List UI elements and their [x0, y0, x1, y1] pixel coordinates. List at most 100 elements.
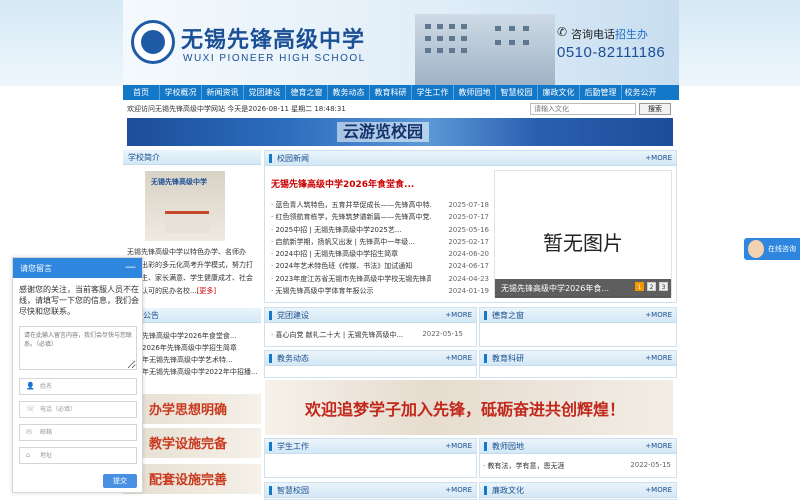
- nav-item-teacher[interactable]: 教师园地: [454, 85, 496, 100]
- promo-banner[interactable]: 教学设施完备: [123, 428, 261, 458]
- integrity-header: 廉政文化 +MORE: [480, 483, 676, 498]
- hotline-number: 0510-82111186: [557, 44, 666, 61]
- chat-submit-button[interactable]: 提交: [103, 474, 137, 488]
- news-row[interactable]: · 无锡先锋高级中学体育年报公示 2024-01-19: [271, 285, 489, 297]
- intro-photo[interactable]: 无锡先锋高级中学: [145, 171, 225, 241]
- news-more-link[interactable]: +MORE: [645, 154, 672, 163]
- moral-more-link[interactable]: +MORE: [645, 311, 672, 320]
- news-header: 校园新闻 +MORE: [265, 151, 676, 166]
- integrity-section: 廉政文化 +MORE: [479, 482, 677, 500]
- nav-item-home[interactable]: 首页: [123, 85, 160, 100]
- news-row[interactable]: · 启航新学期，扬帆又出发 | 先锋高中一年级... 2025-02-17: [271, 236, 489, 248]
- news-list: · 蓝色青人筑特色，五育并举促成长——先锋高中特... 2025-07-18 · …: [271, 199, 489, 297]
- name-field[interactable]: 👤 姓名: [19, 378, 137, 395]
- nav-item-moral[interactable]: 德育之窗: [286, 85, 328, 100]
- integrity-more-link[interactable]: +MORE: [645, 486, 672, 495]
- research-more-link[interactable]: +MORE: [645, 354, 672, 363]
- teaching-more-link[interactable]: +MORE: [445, 354, 472, 363]
- party-section: 党团建设 +MORE: [264, 307, 477, 347]
- email-icon: ✉: [26, 428, 32, 436]
- teacher-more-link[interactable]: +MORE: [645, 442, 672, 451]
- phone-field[interactable]: ☏ 电话（必填）: [19, 401, 137, 418]
- slider-page-1[interactable]: 1: [635, 282, 644, 291]
- promo-banner[interactable]: 办学思想明确: [123, 394, 261, 424]
- notice-section: 公告: [123, 308, 261, 326]
- banner-title: 云游览校园: [337, 122, 430, 142]
- search-button[interactable]: 搜索: [639, 103, 671, 115]
- party-title: 党团建设: [277, 311, 309, 320]
- news-row[interactable]: · 2023年度江苏省无锡市先锋高级中学校无锡先锋高级... 2024-04-23: [271, 273, 489, 285]
- nav-item-research[interactable]: 教育科研: [370, 85, 412, 100]
- teacher-item[interactable]: · 教有法，学有意，恩无涯 2022-05-15: [483, 461, 671, 471]
- school-logo-icon[interactable]: [131, 20, 175, 64]
- phone-icon: ☏: [26, 405, 35, 413]
- intro-header: 学校简介: [123, 150, 261, 165]
- slider-caption: 无锡先锋高级中学2026年食... 1 2 3: [495, 279, 671, 298]
- intro-text: 无锡先锋高级中学以特色办学、名师办校、出彩的多元化高考升学模式，努力打造学生、家…: [127, 248, 253, 295]
- smart-header: 智慧校园 +MORE: [265, 483, 476, 498]
- research-header: 教育科研 +MORE: [480, 351, 676, 366]
- no-image-label: 暂无图片: [543, 231, 623, 255]
- hotline-label: 咨询电话招生办: [571, 28, 648, 41]
- slogan-banner[interactable]: 欢迎追梦学子加入先锋，砥砺奋进共创辉煌！: [265, 380, 673, 435]
- site-header: 无锡先锋高级中学 WUXI PIONEER HIGH SCHOOL ✆ 咨询电话…: [123, 0, 679, 85]
- news-row[interactable]: · 2025中招 | 无锡先锋高级中学2025艺... 2025-05-16: [271, 224, 489, 236]
- news-image-slider[interactable]: 暂无图片 无锡先锋高级中学2026年食... 1 2 3: [494, 170, 672, 298]
- notice-header: 公告: [123, 308, 261, 323]
- building-photo: [415, 14, 555, 85]
- welcome-text: 欢迎访问无锡先锋高级中学网站 今天是2026-08-11 星期二 18:48:3…: [127, 105, 346, 113]
- intro-more-link[interactable]: [更多]: [197, 287, 216, 295]
- party-header: 党团建设 +MORE: [265, 308, 476, 323]
- teaching-title: 教务动态: [277, 354, 309, 363]
- news-row[interactable]: · 红色领航育栋学，先锋筑梦谱新篇——先锋高中党... 2025-07-17: [271, 211, 489, 223]
- nav-item-smart[interactable]: 智慧校园: [496, 85, 538, 100]
- news-row[interactable]: · 2024年艺术特色班《传媒、书法》加试通知 2024-06-17: [271, 260, 489, 272]
- research-title: 教育科研: [492, 354, 524, 363]
- promo-banner[interactable]: 配套设施完善: [123, 464, 261, 494]
- teaching-header: 教务动态 +MORE: [265, 351, 476, 366]
- party-more-link[interactable]: +MORE: [445, 311, 472, 320]
- nav-item-logistics[interactable]: 后勤管理: [580, 85, 622, 100]
- nav-item-public[interactable]: 校务公开: [622, 85, 659, 100]
- notice-item[interactable]: 年无锡先锋高级中学2022年中招播...: [142, 366, 262, 378]
- promo-text: 教学设施完备: [149, 437, 228, 452]
- chat-message-input[interactable]: [19, 326, 137, 370]
- notice-item[interactable]: 2026年先锋高级中学招生简章: [142, 342, 262, 354]
- news-title: 校园新闻: [277, 154, 309, 163]
- moral-title: 德育之窗: [492, 311, 524, 320]
- party-item[interactable]: · 喜心向党 献礼二十大 | 无锡先锋高级中... 2022-05-15: [271, 330, 463, 340]
- student-more-link[interactable]: +MORE: [445, 442, 472, 451]
- chat-widget: 请您留言 — 感谢您的关注，当前客服人员不在线，请填写一下您的信息，我们会尽快和…: [12, 257, 143, 493]
- moral-section: 德育之窗 +MORE: [479, 307, 677, 347]
- notice-item[interactable]: 先锋高级中学2026年食堂食...: [142, 330, 262, 342]
- minimize-icon[interactable]: —: [125, 260, 136, 274]
- nav-item-student[interactable]: 学生工作: [412, 85, 454, 100]
- nav-item-teaching[interactable]: 教务动态: [328, 85, 370, 100]
- nav-item-about[interactable]: 学校概况: [160, 85, 202, 100]
- agent-avatar: [748, 240, 764, 258]
- slider-page-3[interactable]: 3: [659, 282, 668, 291]
- nav-item-news[interactable]: 新闻资讯: [202, 85, 244, 100]
- school-name-en: WUXI PIONEER HIGH SCHOOL: [183, 53, 366, 64]
- notice-item[interactable]: 年无锡先锋高级中学艺术特...: [142, 354, 262, 366]
- campus-tour-banner[interactable]: 云游览校园: [127, 118, 673, 146]
- nav-item-integrity[interactable]: 廉政文化: [538, 85, 580, 100]
- chat-message: 感谢您的关注，当前客服人员不在线，请填写一下您的信息，我们会尽快和您联系。: [19, 285, 139, 316]
- address-field[interactable]: ⌂ 地址: [19, 447, 137, 464]
- email-field[interactable]: ✉ 邮箱: [19, 424, 137, 441]
- news-row[interactable]: · 2024中招 | 无锡先锋高级中学招生简章 2024-06-20: [271, 248, 489, 260]
- online-consult-button[interactable]: 在线咨询: [744, 238, 800, 260]
- online-consult-label: 在线咨询: [768, 245, 796, 253]
- news-headline[interactable]: 无锡先锋高级中学2026年食堂食...: [271, 177, 414, 190]
- user-icon: 👤: [26, 382, 35, 390]
- smart-more-link[interactable]: +MORE: [445, 486, 472, 495]
- student-title: 学生工作: [277, 442, 309, 451]
- nav-item-party[interactable]: 党团建设: [244, 85, 286, 100]
- intro-photo-logo: 无锡先锋高级中学: [151, 178, 207, 186]
- page-container: 无锡先锋高级中学 WUXI PIONEER HIGH SCHOOL ✆ 咨询电话…: [123, 0, 679, 500]
- teaching-section: 教务动态 +MORE: [264, 350, 477, 378]
- slider-page-2[interactable]: 2: [647, 282, 656, 291]
- search-input[interactable]: [530, 103, 636, 115]
- research-section: 教育科研 +MORE: [479, 350, 677, 378]
- news-row[interactable]: · 蓝色青人筑特色，五育并举促成长——先锋高中特... 2025-07-18: [271, 199, 489, 211]
